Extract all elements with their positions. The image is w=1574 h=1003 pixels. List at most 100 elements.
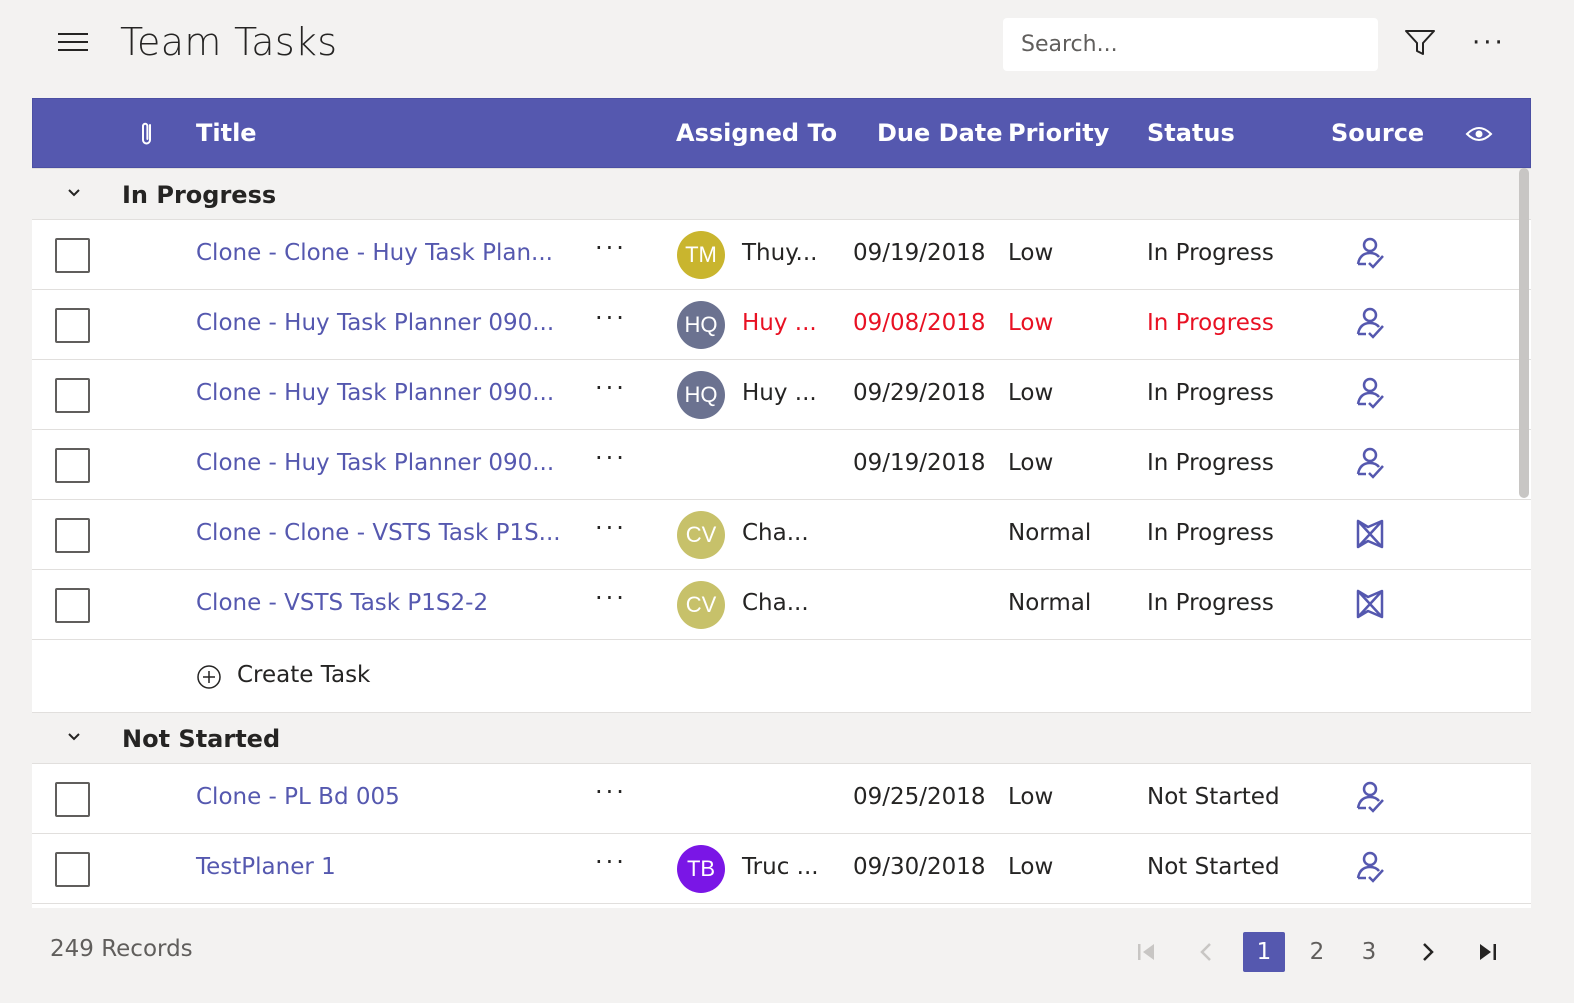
- group-header[interactable]: Not Started: [32, 712, 1531, 764]
- priority: Low: [1008, 310, 1054, 336]
- row-checkbox[interactable]: [55, 588, 90, 623]
- row-more-options-icon[interactable]: ···: [595, 778, 627, 806]
- task-title-link[interactable]: Clone - PL Bd 005: [196, 784, 400, 810]
- last-page-icon[interactable]: [1474, 932, 1500, 972]
- row-checkbox[interactable]: [55, 782, 90, 817]
- row-checkbox[interactable]: [55, 378, 90, 413]
- more-options-icon[interactable]: ···: [1472, 28, 1506, 58]
- table-row[interactable]: Clone - PL Bd 005 ··· 09/25/2018 Low Not Sta…: [32, 764, 1531, 834]
- due-date: 09/25/2018: [853, 784, 986, 810]
- planner-icon[interactable]: [1352, 446, 1388, 482]
- add-circle-icon[interactable]: [196, 664, 222, 690]
- task-title-link[interactable]: Clone - Clone - VSTS Task P1S...: [196, 520, 561, 546]
- page-title: Team Tasks: [120, 20, 338, 64]
- vsts-icon[interactable]: [1352, 586, 1388, 622]
- search-input[interactable]: [1003, 18, 1378, 71]
- row-more-options-icon[interactable]: ···: [595, 444, 627, 472]
- table-row[interactable]: Clone - Clone - Huy Task Plan... ··· TM Thu…: [32, 220, 1531, 290]
- row-checkbox[interactable]: [55, 308, 90, 343]
- next-page-icon[interactable]: [1416, 932, 1440, 972]
- hamburger-menu-icon[interactable]: [58, 33, 90, 55]
- status: In Progress: [1147, 240, 1274, 266]
- first-page-icon[interactable]: [1134, 932, 1160, 972]
- avatar: CV: [677, 511, 725, 559]
- avatar: TB: [677, 845, 725, 893]
- due-date: 09/08/2018: [853, 310, 986, 336]
- assignee-name: Truc ...: [742, 854, 819, 880]
- create-task-row: Create Task: [32, 640, 1531, 712]
- task-title-link[interactable]: Clone - VSTS Task P1S2-2: [196, 590, 488, 616]
- record-count: 249 Records: [50, 936, 193, 962]
- status: Not Started: [1147, 854, 1280, 880]
- avatar: HQ: [677, 301, 725, 349]
- table-row[interactable]: Clone - VSTS Task P1S2-2 ··· CV Cha... Norma…: [32, 570, 1531, 640]
- task-title-link[interactable]: Clone - Clone - Huy Task Plan...: [196, 240, 553, 266]
- column-header-status[interactable]: Status: [1147, 119, 1235, 147]
- priority: Low: [1008, 450, 1054, 476]
- column-header-source[interactable]: Source: [1331, 119, 1424, 147]
- column-header-title[interactable]: Title: [196, 119, 257, 147]
- task-title-link[interactable]: Clone - Huy Task Planner 090...: [196, 310, 554, 336]
- row-more-options-icon[interactable]: ···: [595, 304, 627, 332]
- vertical-scrollbar[interactable]: [1519, 168, 1529, 498]
- planner-icon[interactable]: [1352, 850, 1388, 886]
- priority: Low: [1008, 240, 1054, 266]
- assignee-name: Huy ...: [742, 380, 817, 406]
- create-task-button[interactable]: Create Task: [237, 662, 370, 688]
- priority: Low: [1008, 380, 1054, 406]
- assignee-name: Cha...: [742, 520, 809, 546]
- task-title-link[interactable]: TestPlaner 1: [196, 854, 336, 880]
- row-checkbox[interactable]: [55, 238, 90, 273]
- group-title: Not Started: [122, 725, 281, 753]
- row-checkbox[interactable]: [55, 852, 90, 887]
- filter-icon[interactable]: [1404, 28, 1436, 58]
- page-2-button[interactable]: 2: [1300, 932, 1334, 972]
- prev-page-icon[interactable]: [1194, 932, 1218, 972]
- planner-icon[interactable]: [1352, 306, 1388, 342]
- planner-icon[interactable]: [1352, 780, 1388, 816]
- status: In Progress: [1147, 310, 1274, 336]
- grid-header: Title Assigned To Due Date Priority Stat…: [32, 98, 1531, 168]
- task-title-link[interactable]: Clone - Huy Task Planner 090...: [196, 450, 554, 476]
- status: In Progress: [1147, 380, 1274, 406]
- table-row[interactable]: Clone - Clone - VSTS Task P1S... ··· CV Cha…: [32, 500, 1531, 570]
- page-3-button[interactable]: 3: [1352, 932, 1386, 972]
- paperclip-icon[interactable]: [137, 119, 157, 149]
- table-row[interactable]: Clone - Huy Task Planner 090... ··· HQ Huy …: [32, 360, 1531, 430]
- priority: Low: [1008, 784, 1054, 810]
- row-more-options-icon[interactable]: ···: [595, 234, 627, 262]
- column-header-priority[interactable]: Priority: [1008, 119, 1109, 147]
- status: Not Started: [1147, 784, 1280, 810]
- grid-body: In Progress Clone - Clone - Huy Task Plan…: [32, 168, 1531, 908]
- planner-icon[interactable]: [1352, 236, 1388, 272]
- eye-icon[interactable]: [1465, 124, 1493, 144]
- row-checkbox[interactable]: [55, 448, 90, 483]
- table-row[interactable]: TestPlaner 1 ··· TB Truc ... 09/30/2018 Low No…: [32, 834, 1531, 904]
- due-date: 09/30/2018: [853, 854, 986, 880]
- status: In Progress: [1147, 590, 1274, 616]
- row-more-options-icon[interactable]: ···: [595, 584, 627, 612]
- due-date: 09/19/2018: [853, 450, 986, 476]
- row-more-options-icon[interactable]: ···: [595, 374, 627, 402]
- row-more-options-icon[interactable]: ···: [595, 514, 627, 542]
- column-header-due-date[interactable]: Due Date: [877, 119, 1003, 147]
- chevron-down-icon[interactable]: [66, 187, 82, 199]
- page-1-button[interactable]: 1: [1243, 932, 1285, 972]
- group-title: In Progress: [122, 181, 277, 209]
- avatar: TM: [677, 231, 725, 279]
- planner-icon[interactable]: [1352, 376, 1388, 412]
- row-more-options-icon[interactable]: ···: [595, 848, 627, 876]
- vsts-icon[interactable]: [1352, 516, 1388, 552]
- column-header-assigned-to[interactable]: Assigned To: [676, 119, 837, 147]
- assignee-name: Cha...: [742, 590, 809, 616]
- status: In Progress: [1147, 450, 1274, 476]
- chevron-down-icon[interactable]: [66, 731, 82, 743]
- due-date: 09/29/2018: [853, 380, 986, 406]
- assignee-name: Huy ...: [742, 310, 817, 336]
- group-header[interactable]: In Progress: [32, 168, 1531, 220]
- table-row[interactable]: Clone - Huy Task Planner 090... ··· 09/19/…: [32, 430, 1531, 500]
- table-row[interactable]: Clone - Huy Task Planner 090... ··· HQ Huy …: [32, 290, 1531, 360]
- assignee-name: Thuy...: [742, 240, 818, 266]
- task-title-link[interactable]: Clone - Huy Task Planner 090...: [196, 380, 554, 406]
- row-checkbox[interactable]: [55, 518, 90, 553]
